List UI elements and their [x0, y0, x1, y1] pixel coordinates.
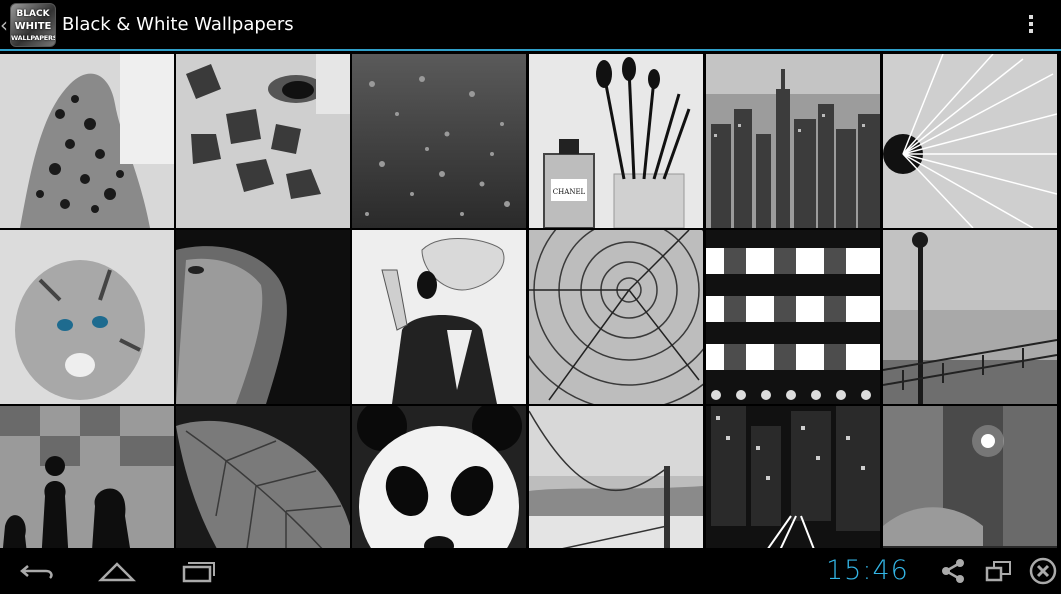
wallpaper-thumbnail-chess[interactable]: [0, 406, 174, 548]
wallpaper-thumbnail-leopard[interactable]: [0, 54, 174, 228]
home-icon[interactable]: [97, 556, 137, 586]
recent-apps-icon[interactable]: [178, 556, 218, 586]
wallpaper-thumbnail-panda[interactable]: [352, 406, 526, 548]
wallpaper-thumbnail-woman-illustration[interactable]: [352, 230, 526, 404]
wallpaper-thumbnail-rain-drops[interactable]: [352, 54, 526, 228]
wallpaper-grid: CHANEL: [0, 53, 1061, 548]
app-logo[interactable]: BLACK WHITE WALLPAPERS: [10, 3, 56, 47]
chevron-left-icon[interactable]: ‹: [0, 14, 9, 36]
app-title: Black & White Wallpapers: [62, 14, 294, 35]
overflow-menu-icon[interactable]: [1022, 12, 1040, 40]
screen-icon[interactable]: [984, 556, 1014, 586]
wallpaper-thumbnail-kitten[interactable]: [0, 230, 174, 404]
close-icon[interactable]: [1028, 556, 1058, 586]
back-arrow-icon[interactable]: [18, 556, 58, 586]
share-icon[interactable]: [940, 556, 968, 586]
wallpaper-thumbnail-city-night[interactable]: [706, 406, 880, 548]
wallpaper-thumbnail-bridge[interactable]: [529, 406, 703, 548]
logo-text-line2: WHITE: [14, 21, 52, 32]
wallpaper-thumbnail-leaf[interactable]: [176, 406, 350, 548]
wallpaper-thumbnail-lion[interactable]: [176, 230, 350, 404]
wallpaper-thumbnail-checkered-pattern[interactable]: [706, 230, 880, 404]
logo-text-line1: BLACK: [16, 9, 50, 19]
action-bar: ‹ BLACK WHITE WALLPAPERS Black & White W…: [0, 0, 1061, 51]
perfume-label: CHANEL: [553, 188, 586, 196]
wallpaper-thumbnail-lamp-post[interactable]: [883, 230, 1057, 404]
wallpaper-thumbnail-perfume[interactable]: CHANEL: [529, 54, 703, 228]
wallpaper-thumbnail-city-skyline[interactable]: [706, 54, 880, 228]
wallpaper-thumbnail-tree-rings[interactable]: [529, 230, 703, 404]
status-clock: 15:46: [826, 555, 909, 586]
wallpaper-thumbnail-canal-street[interactable]: [883, 406, 1057, 548]
logo-text-line3: WALLPAPERS: [11, 34, 56, 42]
wallpaper-thumbnail-dandelion[interactable]: [883, 54, 1057, 228]
wallpaper-thumbnail-giraffe[interactable]: [176, 54, 350, 228]
